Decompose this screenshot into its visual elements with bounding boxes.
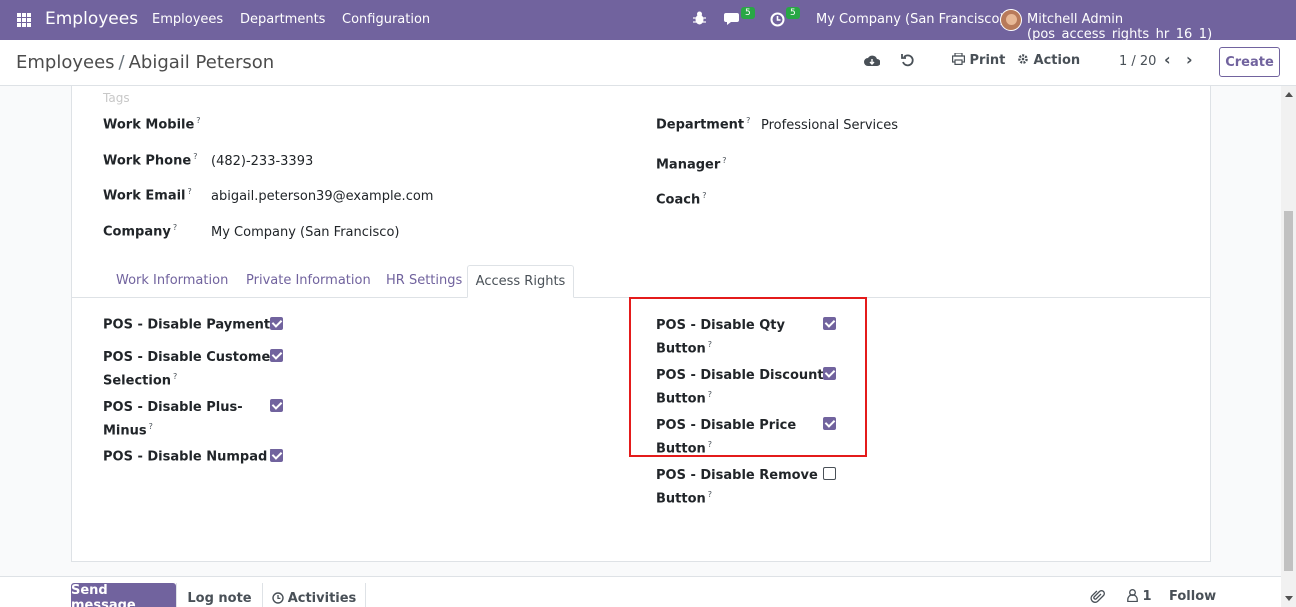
work-phone-label: Work Phone? — [103, 152, 198, 169]
breadcrumb-parent[interactable]: Employees — [16, 52, 115, 73]
pos-disable-numpad-checkbox[interactable] — [270, 449, 283, 462]
work-email-label: Work Email? — [103, 187, 192, 204]
tab-work-information[interactable]: Work Information — [116, 273, 228, 288]
top-navbar: Employees Employees Departments Configur… — [0, 0, 1296, 42]
followers-button[interactable]: 1 — [1127, 589, 1152, 604]
pager-previous-icon[interactable]: ‹ — [1164, 50, 1171, 69]
bug-icon[interactable] — [693, 11, 706, 30]
pos-disable-customer-selection-label: POS - Disable Customer Selection? — [103, 350, 277, 389]
print-label: Print — [969, 53, 1006, 68]
app-title[interactable]: Employees — [45, 9, 138, 29]
breadcrumb-separator: / — [118, 52, 125, 73]
work-email-value[interactable]: abigail.peterson39@example.com — [211, 189, 433, 204]
vertical-scrollbar[interactable] — [1281, 86, 1296, 607]
user-avatar[interactable] — [1000, 9, 1022, 31]
followers-count: 1 — [1142, 589, 1152, 604]
breadcrumb: Employees / Abigail Peterson — [16, 52, 274, 73]
user-icon — [1127, 589, 1138, 603]
pager-next-icon[interactable]: › — [1186, 50, 1193, 69]
tags-field[interactable]: Tags — [103, 91, 130, 105]
department-label: Department? — [656, 116, 751, 133]
action-label: Action — [1033, 53, 1081, 68]
company-value[interactable]: My Company (San Francisco) — [211, 225, 399, 240]
messages-badge: 5 — [741, 7, 755, 19]
coach-label: Coach? — [656, 191, 707, 208]
scroll-up-arrow-icon[interactable] — [1285, 92, 1293, 97]
work-phone-value[interactable]: (482)-233-3393 — [211, 154, 313, 169]
scroll-down-arrow-icon[interactable] — [1285, 596, 1293, 601]
printer-icon — [952, 52, 966, 66]
highlight-annotation-box — [629, 297, 867, 457]
action-button[interactable]: Action — [1017, 53, 1080, 68]
log-note-button[interactable]: Log note — [176, 583, 262, 607]
work-mobile-label: Work Mobile? — [103, 116, 201, 133]
tab-access-rights[interactable]: Access Rights — [467, 265, 574, 298]
activities-label: Activities — [287, 590, 357, 606]
discard-undo-icon[interactable] — [901, 53, 915, 71]
company-switcher[interactable]: My Company (San Francisco) — [816, 12, 1004, 27]
pos-disable-customer-selection-checkbox[interactable] — [270, 349, 283, 362]
pos-disable-payment-checkbox[interactable] — [270, 317, 283, 330]
tab-hr-settings[interactable]: HR Settings — [386, 273, 462, 288]
clock-icon[interactable] — [770, 12, 785, 31]
menu-employees[interactable]: Employees — [152, 12, 223, 27]
create-button[interactable]: Create — [1219, 47, 1280, 77]
activities-badge: 5 — [786, 7, 800, 19]
manager-label: Manager? — [656, 156, 727, 173]
send-message-button[interactable]: Send message — [71, 583, 176, 607]
tab-private-information[interactable]: Private Information — [246, 273, 371, 288]
paperclip-icon[interactable] — [1090, 589, 1105, 607]
pos-disable-remove-button-label: POS - Disable Remove Button? — [656, 468, 818, 507]
company-label: Company? — [103, 223, 178, 240]
menu-configuration[interactable]: Configuration — [342, 12, 430, 27]
pos-disable-payment-label: POS - Disable Payment? — [103, 316, 276, 333]
save-cloud-icon[interactable] — [864, 53, 881, 71]
department-value[interactable]: Professional Services — [761, 118, 898, 133]
gear-icon — [1018, 54, 1028, 64]
pos-disable-plus-minus-checkbox[interactable] — [270, 399, 283, 412]
control-panel: Employees / Abigail Peterson Print Action … — [0, 40, 1296, 86]
activities-button[interactable]: Activities — [262, 583, 366, 607]
print-button[interactable]: Print — [952, 52, 1006, 68]
pos-disable-numpad-label: POS - Disable Numpad? — [103, 448, 274, 465]
scroll-thumb[interactable] — [1284, 211, 1293, 571]
messages-icon[interactable] — [724, 11, 742, 31]
user-menu[interactable]: Mitchell Admin (pos_access_rights_hr_16_… — [1027, 12, 1296, 42]
pager-value[interactable]: 1 / 20 — [1119, 54, 1156, 69]
apps-menu-icon[interactable] — [17, 13, 31, 27]
menu-departments[interactable]: Departments — [240, 12, 325, 27]
breadcrumb-current: Abigail Peterson — [128, 52, 275, 73]
follow-button[interactable]: Follow — [1169, 589, 1216, 604]
pos-disable-remove-button-checkbox[interactable] — [823, 467, 836, 480]
activities-clock-icon — [272, 592, 284, 604]
pos-disable-plus-minus-label: POS - Disable Plus- Minus? — [103, 400, 243, 439]
